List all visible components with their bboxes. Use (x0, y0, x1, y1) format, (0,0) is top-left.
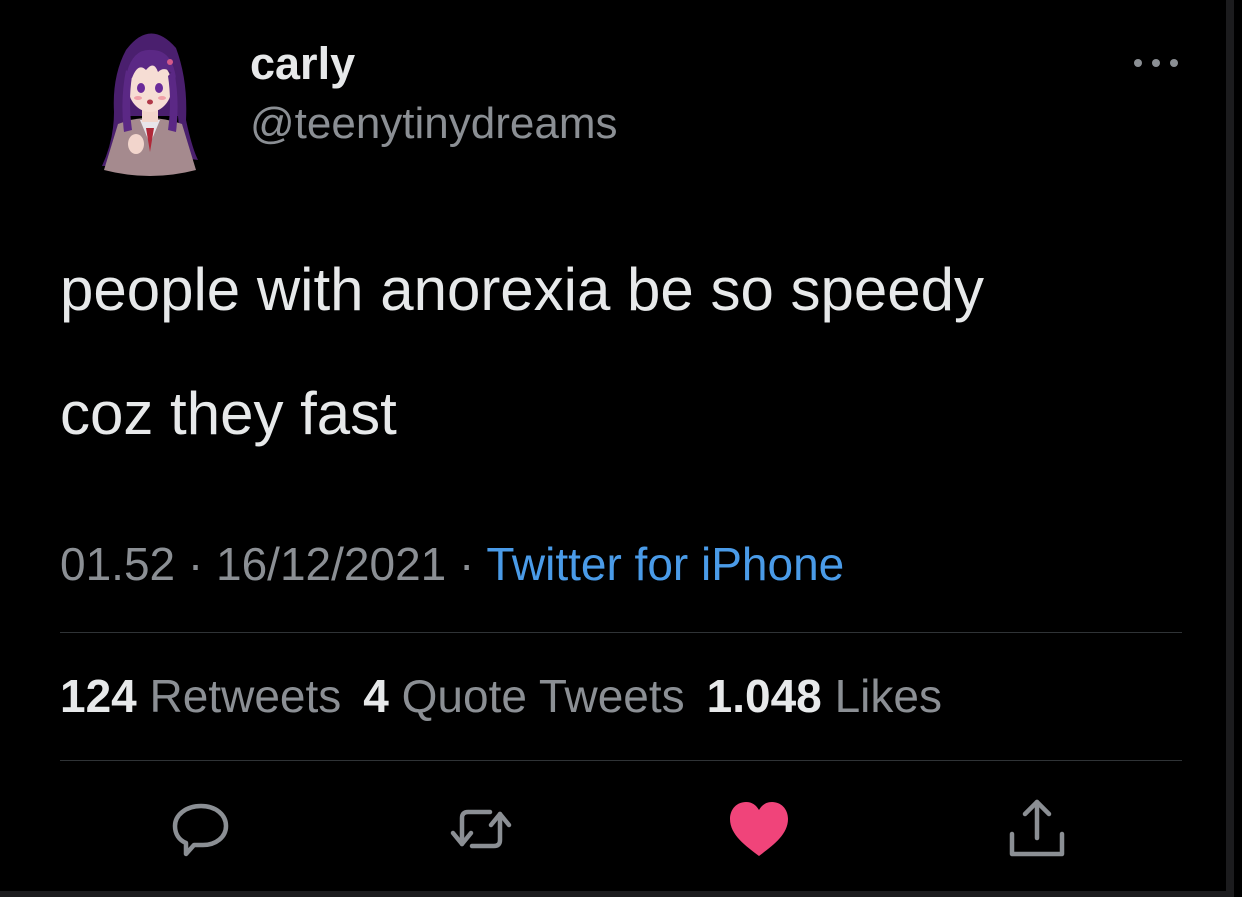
meta-separator: · (459, 538, 475, 590)
anime-girl-avatar-icon (102, 33, 198, 176)
tweet-metadata: 01.52 · 16/12/2021 · Twitter for iPhone (60, 536, 844, 592)
quote-tweets-count: 4 (363, 670, 389, 722)
bottom-border (0, 891, 1228, 897)
like-button[interactable] (724, 794, 794, 864)
quote-tweets-stat[interactable]: 4 Quote Tweets (363, 670, 684, 722)
tweet-source-link[interactable]: Twitter for iPhone (486, 538, 844, 590)
more-options-button[interactable] (1128, 50, 1184, 76)
tweet-date: 16/12/2021 (216, 538, 447, 590)
reply-button[interactable] (166, 794, 236, 864)
quote-tweets-label: Quote Tweets (401, 670, 685, 722)
tweet-detail-view: carly @teenytinydreams people with anore… (0, 0, 1242, 897)
user-handle[interactable]: @teenytinydreams (250, 98, 618, 150)
tweet-text-line: people with anorexia be so speedy (60, 256, 984, 323)
retweet-icon (450, 809, 512, 849)
divider (60, 760, 1182, 761)
tweet-text-line: coz they fast (60, 380, 397, 447)
display-name[interactable]: carly (250, 38, 355, 90)
meta-separator: · (187, 538, 204, 590)
divider (60, 632, 1182, 633)
retweets-label: Retweets (149, 670, 342, 722)
tweet-time: 01.52 (60, 538, 176, 590)
more-horizontal-icon (1134, 59, 1178, 67)
heart-icon (730, 802, 788, 856)
likes-stat[interactable]: 1.048 Likes (707, 670, 942, 722)
tweet-stats: 124 Retweets 4 Quote Tweets 1.048 Likes (60, 668, 964, 724)
scrollbar-track (1226, 0, 1234, 897)
avatar[interactable] (88, 20, 212, 180)
retweets-stat[interactable]: 124 Retweets (60, 670, 341, 722)
likes-label: Likes (834, 670, 942, 722)
reply-icon (172, 803, 229, 857)
retweet-button[interactable] (446, 794, 516, 864)
share-button[interactable] (1002, 794, 1072, 864)
retweets-count: 124 (60, 670, 137, 722)
likes-count: 1.048 (706, 670, 822, 722)
share-icon (1009, 799, 1065, 857)
